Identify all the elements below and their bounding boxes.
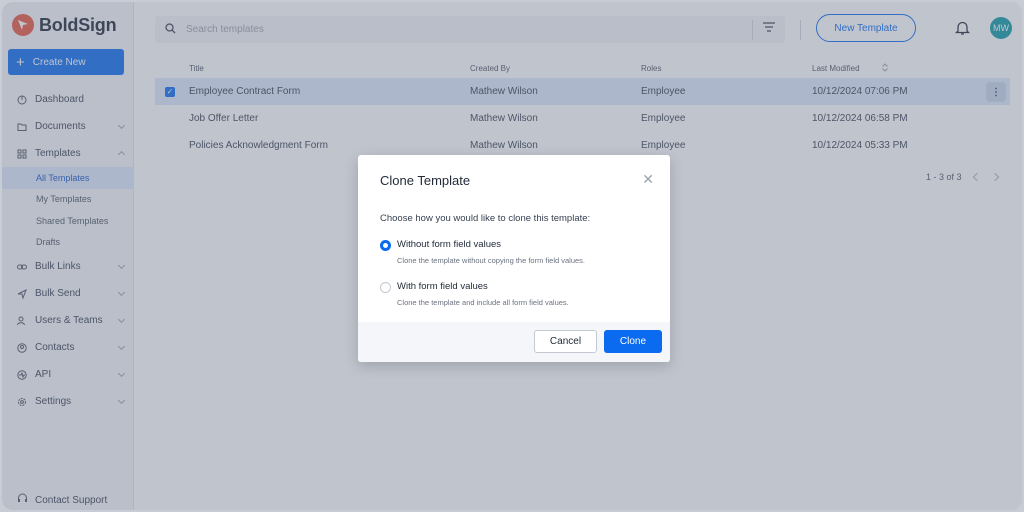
option-with-values[interactable]: With form field values Clone the templat… (380, 281, 569, 307)
option-label: Without form field values (397, 239, 502, 250)
close-icon[interactable]: ✕ (642, 172, 654, 186)
dialog-title: Clone Template (380, 173, 471, 188)
option-description: Clone the template and include all form … (397, 298, 569, 307)
dialog-footer: Cancel Clone (358, 322, 670, 362)
option-label: With form field values (397, 281, 488, 292)
clone-template-dialog: Clone Template ✕ Choose how you would li… (358, 155, 670, 362)
option-description: Clone the template without copying the f… (397, 256, 586, 265)
app-window: BoldSign + Create New Dashboard Document… (2, 2, 1022, 510)
dialog-prompt: Choose how you would like to clone this … (380, 213, 591, 224)
clone-button[interactable]: Clone (604, 330, 662, 353)
option-without-values[interactable]: Without form field values Clone the temp… (380, 239, 585, 265)
radio-without-values[interactable] (380, 240, 391, 251)
cancel-button[interactable]: Cancel (534, 330, 597, 353)
radio-with-values[interactable] (380, 282, 391, 293)
